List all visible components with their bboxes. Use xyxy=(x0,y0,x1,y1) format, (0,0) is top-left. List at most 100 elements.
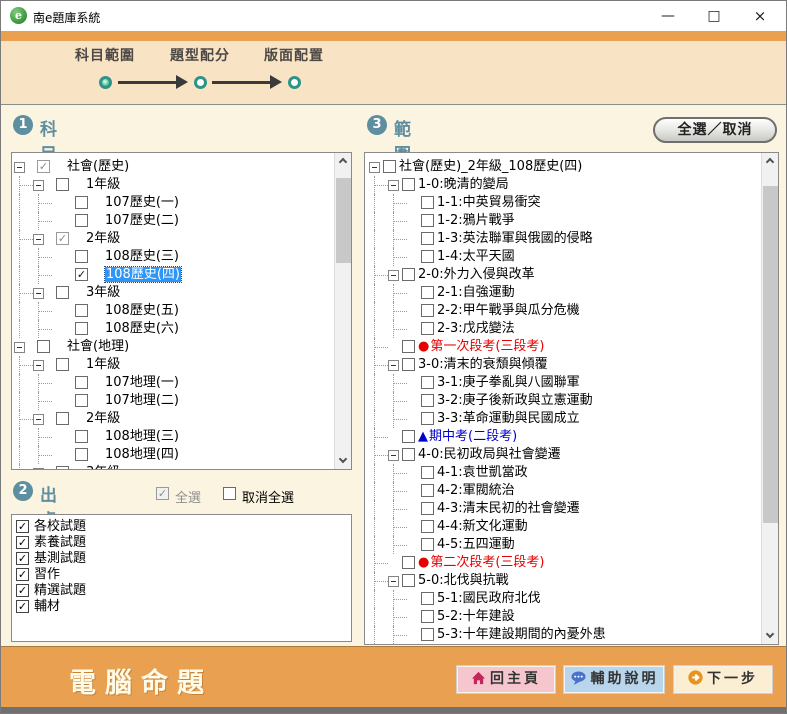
tree-item-label[interactable]: 社會(地理) xyxy=(67,338,129,356)
tree-row[interactable]: 3年級 xyxy=(12,464,334,469)
tree-row[interactable]: 4-0:民初政局與社會變遷 xyxy=(365,446,761,464)
tree-checkbox[interactable] xyxy=(56,178,69,191)
tree-item-label[interactable]: 2-2:甲午戰爭與瓜分危機 xyxy=(437,302,580,320)
tree-row[interactable]: 107地理(一) xyxy=(12,374,334,392)
tree-item-label[interactable]: 2-1:自強運動 xyxy=(437,284,515,302)
tree-item-label[interactable]: 2年級 xyxy=(86,410,120,428)
tree-checkbox[interactable] xyxy=(75,430,88,443)
home-button[interactable]: 回主頁 xyxy=(457,666,555,693)
tree-row[interactable]: 1-2:鴉片戰爭 xyxy=(365,212,761,230)
tree-item-label[interactable]: 1年級 xyxy=(86,176,120,194)
tree-checkbox[interactable] xyxy=(421,502,434,515)
tree-item-label[interactable]: 107地理(二) xyxy=(105,392,179,410)
tree-row[interactable]: 5-0:北伐與抗戰 xyxy=(365,572,761,590)
tree-checkbox[interactable] xyxy=(421,232,434,245)
tree-checkbox[interactable] xyxy=(75,394,88,407)
tree-item-label[interactable]: ●第一次段考(三段考) xyxy=(418,338,545,356)
close-button[interactable]: × xyxy=(738,1,782,31)
tree-item-label[interactable]: 108歷史(四) xyxy=(105,266,181,284)
expand-toggle-icon[interactable] xyxy=(388,450,399,461)
expand-toggle-icon[interactable] xyxy=(33,288,44,299)
next-button[interactable]: 下一步 xyxy=(674,666,772,693)
tree-row[interactable]: 1-3:英法聯軍與俄國的侵略 xyxy=(365,230,761,248)
tree-item-label[interactable]: 108歷史(六) xyxy=(105,320,179,338)
tree-checkbox[interactable] xyxy=(421,628,434,641)
tree-checkbox[interactable] xyxy=(75,304,88,317)
tree-row[interactable]: 107歷史(二) xyxy=(12,212,334,230)
tree-row[interactable]: 3-0:清末的衰頹與傾覆 xyxy=(365,356,761,374)
tree-item-label[interactable]: 4-3:清末民初的社會變遷 xyxy=(437,500,580,518)
tree-checkbox[interactable] xyxy=(421,196,434,209)
tree-item-label[interactable]: ●第二次段考(三段考) xyxy=(418,554,545,572)
tree-item-label[interactable]: 1-1:中英貿易衝突 xyxy=(437,194,541,212)
tree-item-label[interactable]: 5-3:十年建設期間的內憂外患 xyxy=(437,626,606,644)
tree-checkbox[interactable] xyxy=(402,448,415,461)
tree-item-label[interactable]: 108歷史(五) xyxy=(105,302,179,320)
source-checkbox[interactable]: ✓ xyxy=(16,584,29,597)
tree-checkbox[interactable] xyxy=(402,340,415,353)
select-all-checkbox[interactable]: ✓ xyxy=(156,487,169,500)
tree-row[interactable]: ●第一次段考(三段考) xyxy=(365,338,761,356)
tree-checkbox[interactable] xyxy=(75,448,88,461)
source-checkbox[interactable]: ✓ xyxy=(16,536,29,549)
tree-checkbox[interactable] xyxy=(402,556,415,569)
expand-toggle-icon[interactable] xyxy=(388,180,399,191)
tree-row[interactable]: 3-2:庚子後新政與立憲運動 xyxy=(365,392,761,410)
tree-item-label[interactable]: 108地理(四) xyxy=(105,446,179,464)
minimize-button[interactable]: — xyxy=(646,1,690,31)
tree-row[interactable]: 108歷史(五) xyxy=(12,302,334,320)
tree-row[interactable]: 4-2:軍閥統治 xyxy=(365,482,761,500)
tree-item-label[interactable]: 5-1:國民政府北伐 xyxy=(437,590,541,608)
expand-toggle-icon[interactable] xyxy=(388,270,399,281)
tree-row[interactable]: ✓社會(歷史) xyxy=(12,158,334,176)
source-checkbox[interactable]: ✓ xyxy=(16,568,29,581)
tree-checkbox[interactable] xyxy=(402,358,415,371)
expand-toggle-icon[interactable] xyxy=(388,576,399,587)
tree-item-label[interactable]: 5-2:十年建設 xyxy=(437,608,515,626)
subject-tree-scrollbar[interactable] xyxy=(334,153,351,469)
tree-item-label[interactable]: 107歷史(二) xyxy=(105,212,179,230)
tree-checkbox[interactable] xyxy=(421,538,434,551)
tree-checkbox[interactable]: ✓ xyxy=(75,268,88,281)
source-list-item[interactable]: ✓精選試題 xyxy=(12,583,351,599)
tree-item-label[interactable]: 3年級 xyxy=(86,284,120,302)
tree-row[interactable]: 3-3:革命運動與民國成立 xyxy=(365,410,761,428)
tree-item-label[interactable]: ▲期中考(二段考) xyxy=(418,428,517,446)
tree-row[interactable]: ▲期中考(二段考) xyxy=(365,428,761,446)
tree-item-label[interactable]: 1-2:鴉片戰爭 xyxy=(437,212,515,230)
source-list-item[interactable]: ✓習作 xyxy=(12,567,351,583)
tree-row[interactable]: ●第二次段考(三段考) xyxy=(365,554,761,572)
tree-checkbox[interactable] xyxy=(402,178,415,191)
scroll-down-icon[interactable] xyxy=(762,628,779,644)
tree-row[interactable]: 社會(地理) xyxy=(12,338,334,356)
tree-checkbox[interactable] xyxy=(56,466,69,469)
expand-toggle-icon[interactable] xyxy=(33,234,44,245)
tree-checkbox[interactable] xyxy=(383,160,396,173)
tree-item-label[interactable]: 4-0:民初政局與社會變遷 xyxy=(418,446,561,464)
tree-row[interactable]: 108歷史(六) xyxy=(12,320,334,338)
expand-toggle-icon[interactable] xyxy=(33,414,44,425)
tree-row[interactable]: 108歷史(三) xyxy=(12,248,334,266)
tree-checkbox[interactable] xyxy=(421,610,434,623)
tree-row[interactable]: 1-0:晚清的變局 xyxy=(365,176,761,194)
tree-checkbox[interactable] xyxy=(421,322,434,335)
tree-row[interactable]: 2年級 xyxy=(12,410,334,428)
tree-item-label[interactable]: 3-3:革命運動與民國成立 xyxy=(437,410,580,428)
maximize-button[interactable]: □ xyxy=(692,1,736,31)
tree-item-label[interactable]: 2年級 xyxy=(86,230,120,248)
tree-checkbox[interactable] xyxy=(402,430,415,443)
source-list-item[interactable]: ✓基測試題 xyxy=(12,551,351,567)
tree-item-label[interactable]: 3-0:清末的衰頹與傾覆 xyxy=(418,356,548,374)
scroll-down-icon[interactable] xyxy=(335,453,352,469)
tree-row[interactable]: 2-2:甲午戰爭與瓜分危機 xyxy=(365,302,761,320)
tree-row[interactable]: ✓2年級 xyxy=(12,230,334,248)
tree-checkbox[interactable] xyxy=(421,412,434,425)
tree-row[interactable]: 5-3:十年建設期間的內憂外患 xyxy=(365,626,761,644)
help-button[interactable]: 輔助說明 xyxy=(564,666,664,693)
tree-row[interactable]: 2-0:外力入侵與改革 xyxy=(365,266,761,284)
tree-checkbox[interactable] xyxy=(56,358,69,371)
tree-row[interactable]: 4-3:清末民初的社會變遷 xyxy=(365,500,761,518)
deselect-all-checkbox[interactable] xyxy=(223,487,236,500)
expand-toggle-icon[interactable] xyxy=(14,342,25,353)
tree-row[interactable]: 107歷史(一) xyxy=(12,194,334,212)
